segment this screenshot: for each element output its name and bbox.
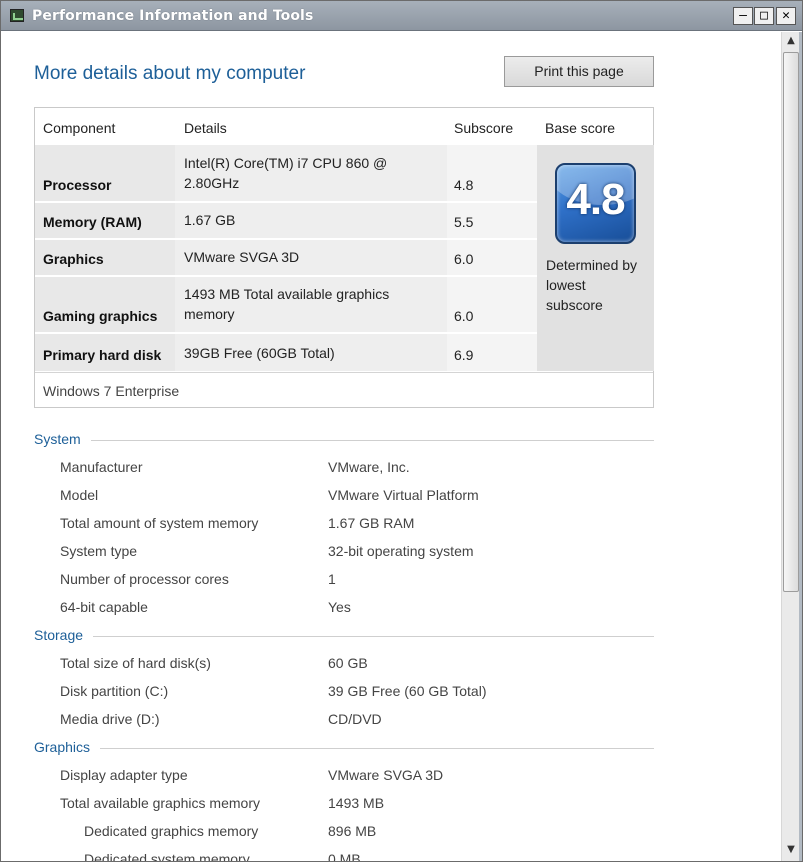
table-row: Memory (RAM) 1.67 GB 5.5 [35, 203, 537, 238]
prop-value: VMware Virtual Platform [328, 487, 479, 503]
page-title: More details about my computer [34, 63, 306, 84]
prop-label: Manufacturer [60, 459, 143, 475]
prop-value: 1 [328, 571, 336, 587]
scroll-down-icon[interactable]: ▼ [782, 841, 800, 859]
maximize-button[interactable]: □ [754, 7, 774, 25]
section-title-storage: Storage [34, 627, 94, 643]
close-button[interactable]: ✕ [776, 7, 796, 25]
prop-label: System type [60, 543, 138, 559]
prop-value: 39 GB Free (60 GB Total) [328, 683, 487, 699]
prop-value: Yes [328, 599, 351, 615]
base-score-cell: 4.8 Determined by lowest subscore [537, 145, 654, 371]
section-divider [34, 636, 654, 637]
performance-window: Performance Information and Tools – □ ✕ … [0, 0, 803, 862]
component-subscore: 6.0 [454, 251, 474, 267]
prop-value: VMware, Inc. [328, 459, 410, 475]
prop-value: CD/DVD [328, 711, 382, 727]
base-score-badge-icon[interactable]: 4.8 [555, 163, 636, 244]
prop-value: 1493 MB [328, 795, 385, 811]
component-label: Primary hard disk [43, 347, 162, 363]
table-row: Graphics VMware SVGA 3D 6.0 [35, 240, 537, 275]
scroll-up-icon[interactable]: ▲ [782, 32, 800, 50]
prop-value: 60 GB [328, 655, 368, 671]
prop-label: 64-bit capable [60, 599, 148, 615]
prop-label: Total available graphics memory [60, 795, 260, 811]
performance-icon [10, 9, 24, 22]
prop-label: Media drive (D:) [60, 711, 160, 727]
section-title-system: System [34, 431, 91, 447]
section-divider [34, 748, 654, 749]
prop-label: Number of processor cores [60, 571, 229, 587]
window-border [799, 32, 802, 861]
prop-value: 896 MB [328, 823, 377, 839]
table-row: Gaming graphics 1493 MB Total available … [35, 277, 537, 332]
section-divider [34, 440, 654, 441]
prop-label: Dedicated system memory [84, 851, 250, 862]
prop-label: Dedicated graphics memory [84, 823, 259, 839]
table-row: Primary hard disk 39GB Free (60GB Total)… [35, 334, 537, 371]
component-details: 1.67 GB [184, 212, 236, 228]
header-component: Component [43, 120, 116, 136]
scroll-content: More details about my computer Print thi… [9, 32, 781, 862]
component-subscore: 6.9 [454, 347, 474, 363]
component-label: Processor [43, 177, 112, 193]
base-score-value: 4.8 [566, 175, 625, 224]
prop-label: Total size of hard disk(s) [60, 655, 211, 671]
component-details: VMware SVGA 3D [184, 249, 300, 265]
print-page-button[interactable]: Print this page [504, 56, 654, 87]
os-edition: Windows 7 Enterprise [43, 383, 180, 399]
prop-value: VMware SVGA 3D [328, 767, 444, 783]
scrollbar-thumb[interactable] [783, 52, 799, 592]
header-details: Details [184, 120, 227, 136]
prop-value: 32-bit operating system [328, 543, 474, 559]
component-subscore: 6.0 [454, 308, 474, 324]
prop-value: 1.67 GB RAM [328, 515, 415, 531]
window-title: Performance Information and Tools [32, 8, 314, 24]
title-bar[interactable]: Performance Information and Tools – □ ✕ [1, 1, 802, 31]
component-label: Graphics [43, 251, 104, 267]
component-subscore: 5.5 [454, 214, 474, 230]
header-base-score: Base score [545, 120, 616, 136]
os-edition-row: Windows 7 Enterprise [35, 372, 653, 408]
component-subscore: 4.8 [454, 177, 474, 193]
base-score-note: Determined by lowest subscore [546, 257, 638, 313]
prop-label: Disk partition (C:) [60, 683, 169, 699]
component-details: Intel(R) Core(TM) i7 CPU 860 @ 2.80GHz [184, 155, 388, 191]
prop-value: 0 MB [328, 851, 361, 862]
table-row: Processor Intel(R) Core(TM) i7 CPU 860 @… [35, 145, 537, 201]
header-subscore: Subscore [454, 120, 514, 136]
component-label: Gaming graphics [43, 308, 158, 324]
component-details: 1493 MB Total available graphics memory [184, 286, 390, 322]
score-table: Component Details Subscore Base score Pr… [34, 107, 654, 408]
component-label: Memory (RAM) [43, 214, 142, 230]
prop-label: Model [60, 487, 99, 503]
section-title-graphics: Graphics [34, 739, 101, 755]
minimize-button[interactable]: – [733, 7, 753, 25]
vertical-scrollbar[interactable]: ▲ ▼ [781, 32, 800, 861]
component-details: 39GB Free (60GB Total) [184, 345, 335, 361]
prop-label: Display adapter type [60, 767, 188, 783]
prop-label: Total amount of system memory [60, 515, 259, 531]
